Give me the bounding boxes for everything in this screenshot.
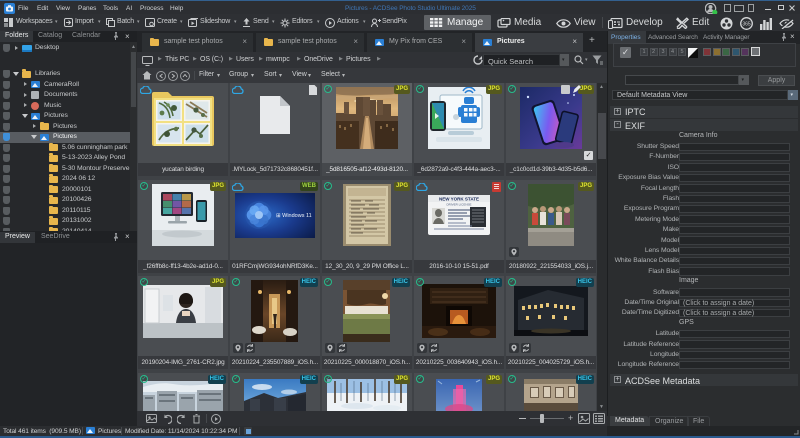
svg-text:365: 365 [742, 21, 751, 27]
svg-text:DRIVER LICENSE: DRIVER LICENSE [446, 202, 471, 206]
svg-text:⊞ Windows 11: ⊞ Windows 11 [276, 213, 312, 219]
svg-text:NEW YORK STATE: NEW YORK STATE [439, 196, 479, 201]
